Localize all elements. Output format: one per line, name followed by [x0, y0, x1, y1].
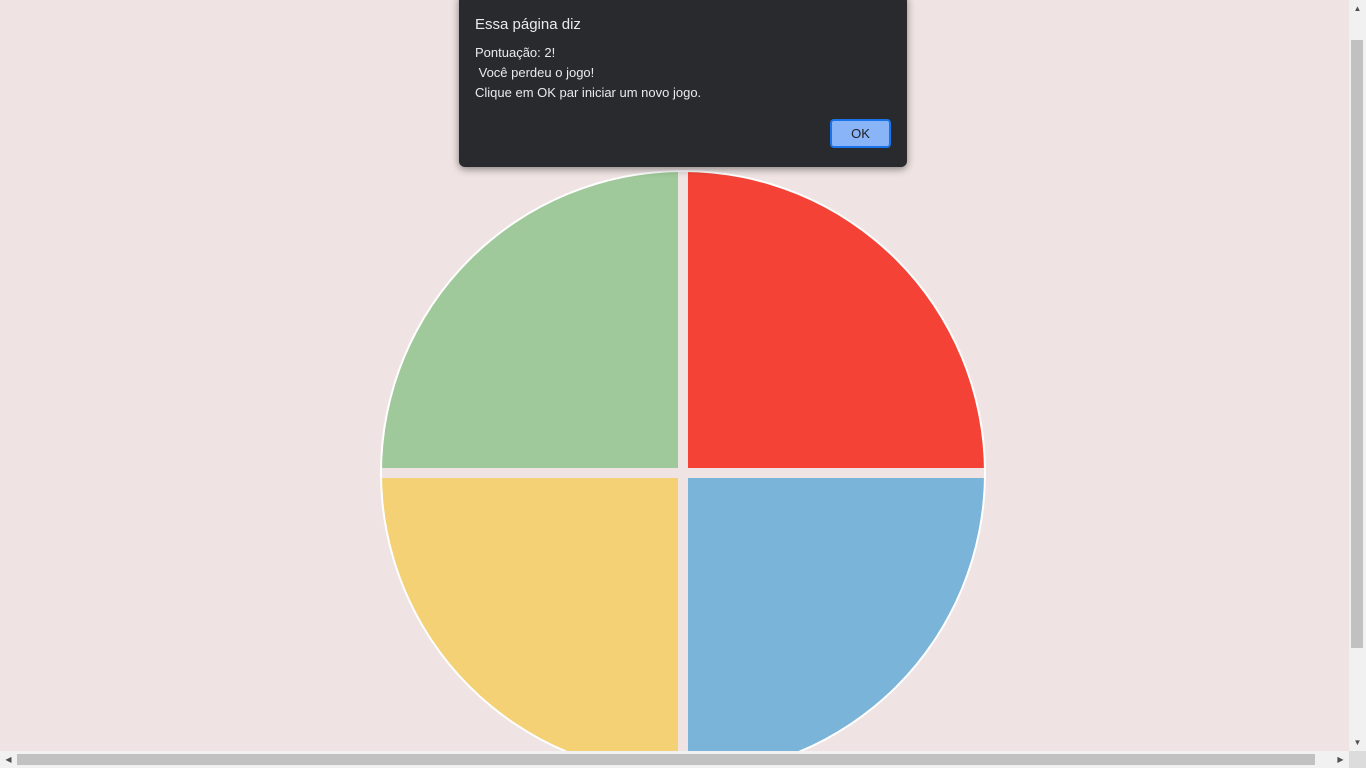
game-board-inner: [382, 172, 984, 768]
vertical-scroll-thumb[interactable]: [1351, 40, 1363, 648]
scrollbar-corner: [1349, 751, 1366, 768]
dialog-message-lost: Você perdeu o jogo!: [475, 65, 595, 80]
game-board: [380, 170, 986, 768]
alert-dialog: Essa página diz Pontuação: 2! Você perde…: [459, 0, 907, 167]
scroll-down-icon[interactable]: ▼: [1349, 734, 1366, 751]
dialog-title: Essa página diz: [475, 16, 581, 33]
blue-pad[interactable]: [688, 478, 984, 768]
scroll-right-icon[interactable]: ▶: [1332, 751, 1349, 768]
scroll-left-icon[interactable]: ◀: [0, 751, 17, 768]
ok-button[interactable]: OK: [830, 119, 891, 148]
horizontal-scrollbar[interactable]: ◀ ▶: [0, 751, 1349, 768]
dialog-message-score: Pontuação: 2!: [475, 45, 556, 60]
yellow-pad[interactable]: [382, 478, 678, 768]
horizontal-scroll-thumb[interactable]: [17, 754, 1315, 765]
dialog-message-restart: Clique em OK par iniciar um novo jogo.: [475, 85, 702, 100]
scroll-up-icon[interactable]: ▲: [1349, 0, 1366, 17]
green-pad[interactable]: [382, 172, 678, 468]
red-pad[interactable]: [688, 172, 984, 468]
vertical-scrollbar[interactable]: ▲ ▼: [1349, 0, 1366, 751]
